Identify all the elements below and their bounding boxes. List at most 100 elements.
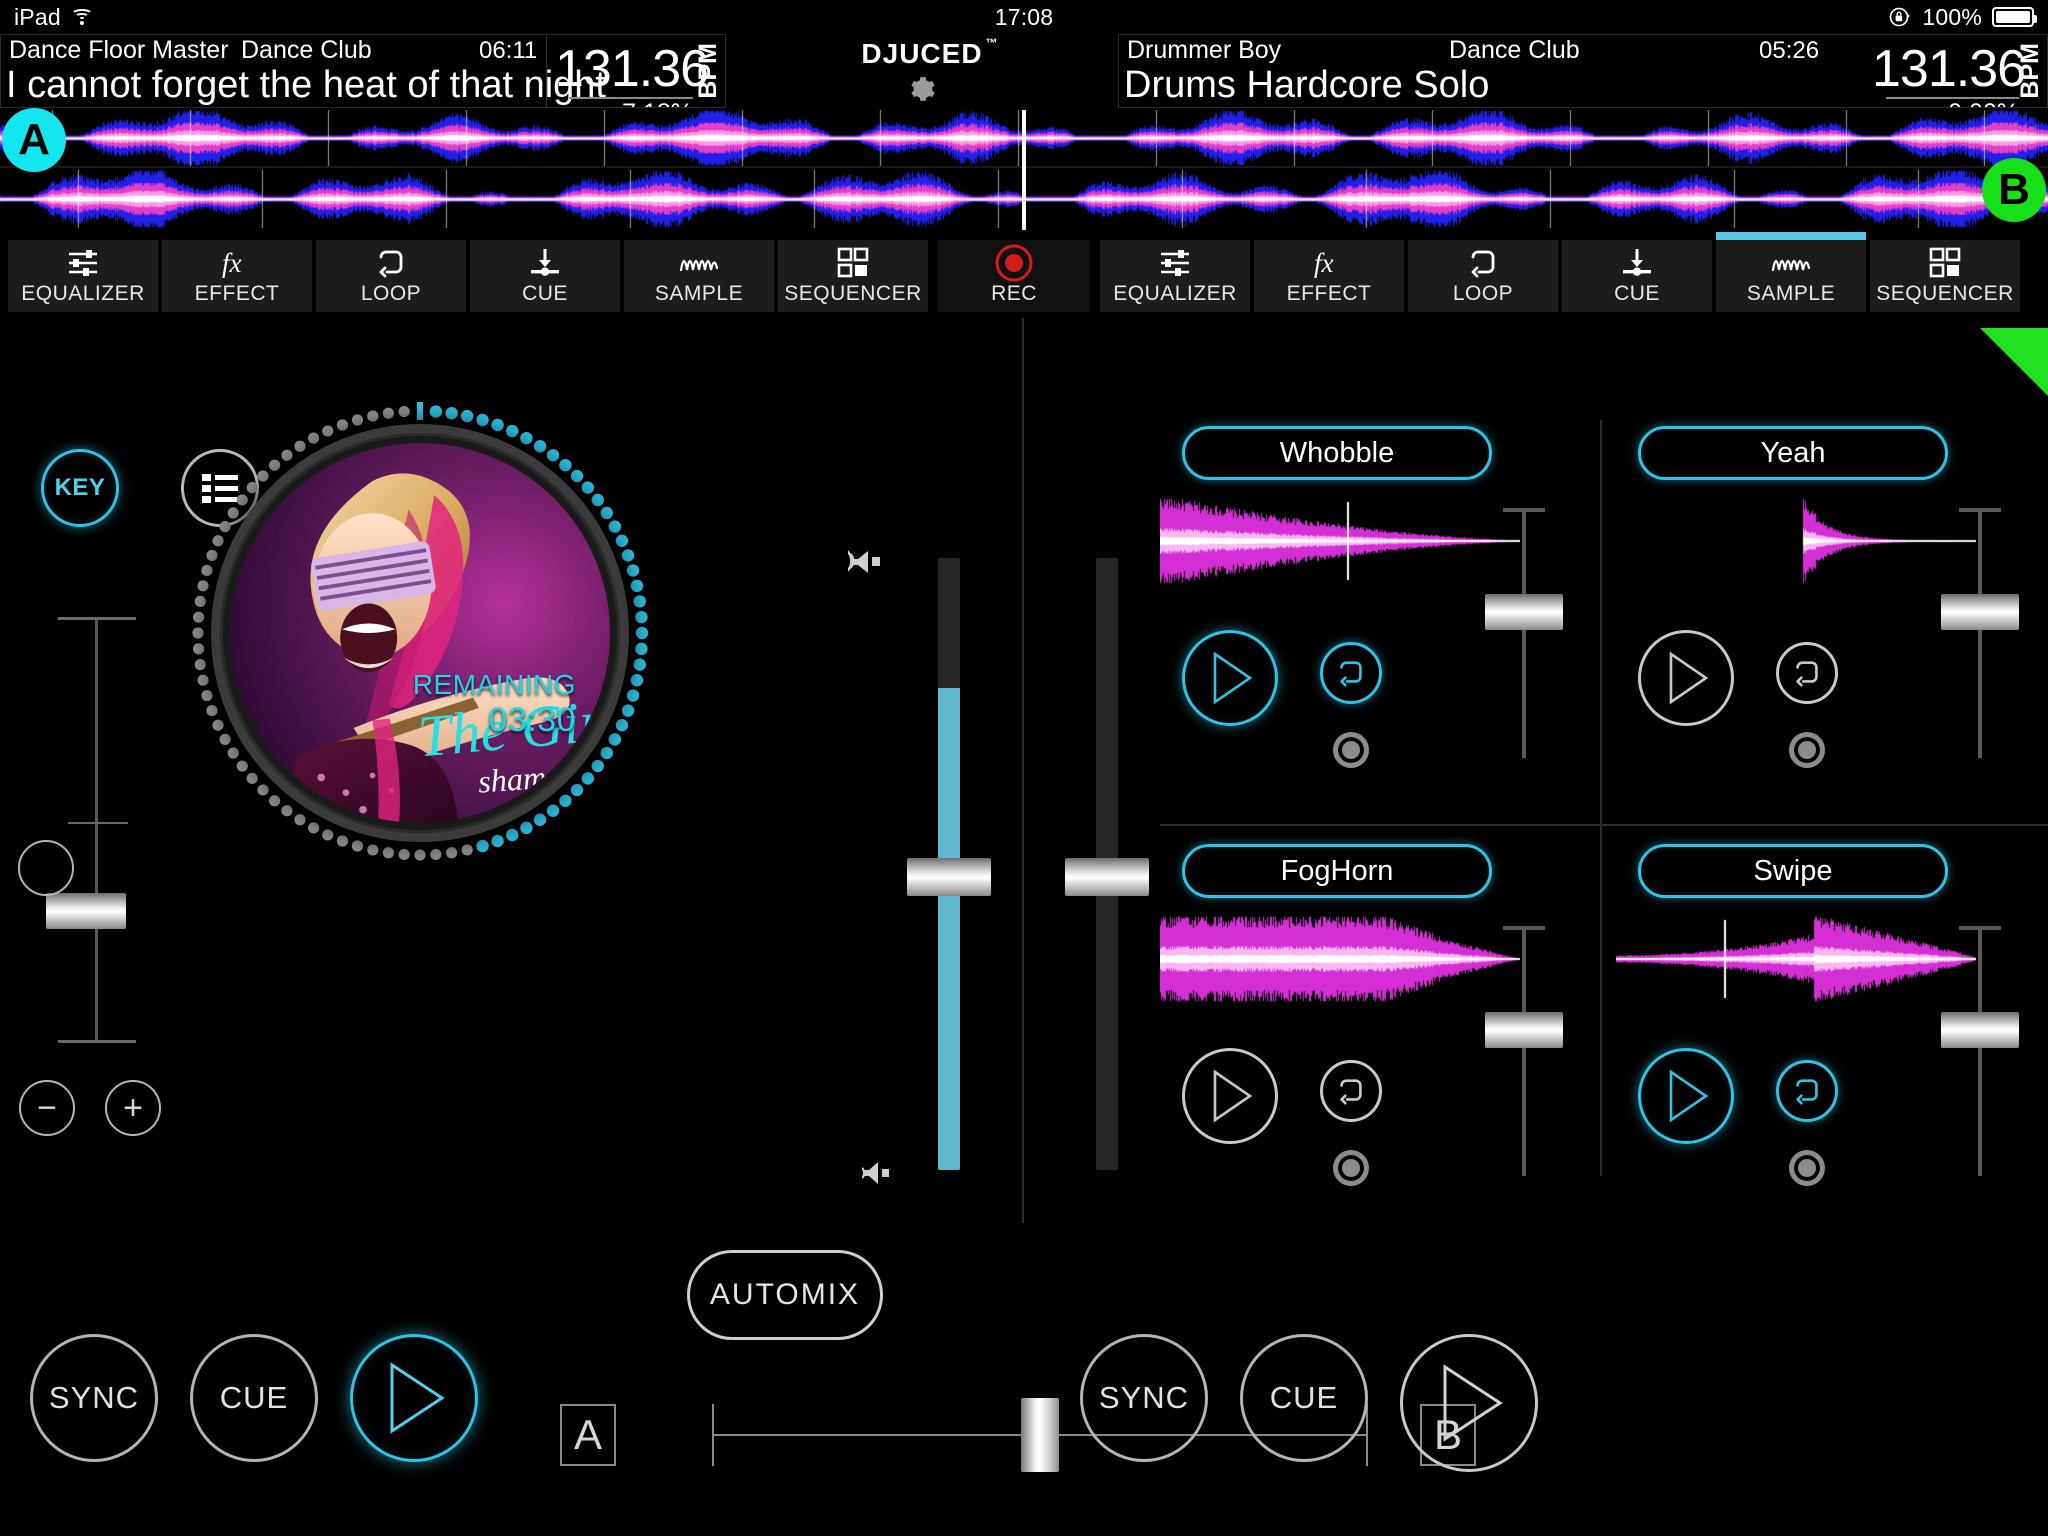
dj-app-window: iPad 17:08 100% Dance Floor Master Dance… [0,0,2048,1536]
sampler-pad-fader-knob[interactable] [1485,1012,1563,1048]
loop-icon [374,246,408,280]
play-icon [1669,651,1709,705]
sampler-pad-volume-fader[interactable] [1485,508,1563,758]
pitch-plus-button[interactable]: + [105,1080,161,1136]
status-bar: iPad 17:08 100% [0,0,2048,34]
toolbar-button-sample[interactable]: SAMPLE [1716,232,1866,312]
sampler-pad-record-button[interactable] [1333,1150,1369,1186]
sampler-pad-volume-fader[interactable] [1941,508,2019,758]
sampler-pad-fader-track [1522,926,1526,1176]
sampler-pad-play-button[interactable] [1182,1048,1278,1144]
deck-a-bpm-box: 131.36 BPM 7.18% [546,35,725,107]
deck-a-duration: 06:11 [479,37,538,64]
deck-a-play-button[interactable] [350,1334,478,1462]
toolbar-button-equalizer[interactable]: EQUALIZER [8,240,158,312]
module-toolbar: EQUALIZER fx EFFECT LOOP CUE SAMPLE SEQU… [0,232,2048,312]
deck-b-pitch-percent: 0.00% [1948,99,2019,107]
deck-a-cue-button[interactable]: CUE [190,1334,318,1462]
volume-fader-b-knob[interactable] [1065,858,1149,896]
toolbar-right-deck: EQUALIZER fx EFFECT LOOP CUE SAMPLE SEQU… [1100,232,2020,312]
toolbar-button-loop[interactable]: LOOP [1408,240,1558,312]
toolbar-button-loop[interactable]: LOOP [316,240,466,312]
artwork-subtitle: shame [477,758,562,800]
sampler-pad-loop-button[interactable] [1320,642,1382,704]
volume-fader-a-knob[interactable] [907,858,991,896]
gear-icon[interactable] [907,74,937,104]
toolbar-button-effect[interactable]: fx EFFECT [1254,240,1404,312]
sampler-pad-name[interactable]: Yeah [1638,426,1948,480]
sampler-pad-volume-fader[interactable] [1941,926,2019,1176]
toolbar-button-effect[interactable]: fx EFFECT [162,240,312,312]
deck-b-play-button[interactable] [1400,1334,1538,1472]
key-button[interactable]: KEY [41,449,119,527]
deck-b-bpm-label: BPM [2016,43,2044,99]
album-artwork: The Girl shame [230,443,610,823]
deck-b-genre: Dance Club [1449,36,1580,64]
play-icon [1213,651,1253,705]
sampler-pad-play-button[interactable] [1638,630,1734,726]
svg-text:fx: fx [222,248,242,278]
sampler-pad-volume-fader[interactable] [1485,926,1563,1176]
deck-b-sync-button[interactable]: SYNC [1080,1334,1208,1462]
toolbar-button-cue[interactable]: CUE [470,240,620,312]
deck-a-sync-button[interactable]: SYNC [30,1334,158,1462]
sampler-pad-record-button[interactable] [1789,1150,1825,1186]
sampler-pad-fader-knob[interactable] [1941,1012,2019,1048]
toolbar-button-sequencer[interactable]: SEQUENCER [778,240,928,312]
remaining-time-overlay: REMAINING 03:30 [413,669,576,740]
sampler-pad-waveform [1160,916,1520,1002]
equalizer-icon [1158,246,1192,280]
record-button[interactable]: REC [938,240,1090,312]
pitch-fader-a-knob[interactable] [46,893,126,929]
toolbar-label: EQUALIZER [1113,282,1237,305]
sampler-pad-loop-button[interactable] [1776,642,1838,704]
sampler-pad-play-button[interactable] [1182,630,1278,726]
sampler-pad-record-button[interactable] [1789,732,1825,768]
deck-b-title: Drums Hardcore Solo [1124,64,1490,106]
sampler-pad-loop-button[interactable] [1320,1060,1382,1122]
volume-fader-a[interactable] [907,558,991,1170]
sampler-pad-fader-cap [1959,508,2001,512]
sampler-pad-play-button[interactable] [1638,1048,1734,1144]
sampler-pad-fader-knob[interactable] [1941,594,2019,630]
pitch-minus-button[interactable]: − [19,1080,75,1136]
sampler-pad-name[interactable]: Whobble [1182,426,1492,480]
play-icon [390,1362,445,1434]
sampler-pad-name[interactable]: Swipe [1638,844,1948,898]
play-icon [1443,1364,1503,1442]
sampler-pad-fader-knob[interactable] [1485,594,1563,630]
sampler-horizontal-divider [1160,824,2048,826]
toolbar-button-equalizer[interactable]: EQUALIZER [1100,240,1250,312]
volume-fader-b[interactable] [1065,558,1149,1170]
sampler-pad-name[interactable]: FogHorn [1182,844,1492,898]
toolbar-label: SAMPLE [654,282,744,305]
jog-wheel-deck-a[interactable]: The Girl shame REMAINING 03:30 [175,388,665,878]
deck-a-bpm-label: BPM [694,43,722,99]
sampler-pad-yeah[interactable]: Yeah [1616,420,2038,812]
status-bar-clock: 17:08 [994,3,1054,30]
jog-platter[interactable]: The Girl shame REMAINING 03:30 [211,424,629,842]
toolbar-label: CUE [1614,282,1660,305]
remaining-time: 03:30 [488,701,576,739]
sampler-pad-loop-button[interactable] [1776,1060,1838,1122]
toolbar-button-sequencer[interactable]: SEQUENCER [1870,240,2020,312]
deck-b-cue-button[interactable]: CUE [1240,1334,1368,1462]
toolbar-button-sample[interactable]: SAMPLE [624,240,774,312]
logo-trademark: ™ [985,36,999,50]
status-bar-right: 100% [1888,4,2037,31]
toolbar-button-cue[interactable]: CUE [1562,240,1712,312]
crossfader-label-a: A [560,1404,616,1466]
automix-button[interactable]: AUTOMIX [687,1250,883,1340]
waveform-area[interactable]: A B [0,108,2048,230]
toolbar-label: SAMPLE [1746,282,1836,305]
deck-b-bpm-box: 131.36 BPM 0.00% [1864,35,2047,107]
fx-icon: fx [220,246,254,280]
sampler-pad-record-button[interactable] [1333,732,1369,768]
deck-b-artist: Drummer Boy [1127,36,1282,64]
sampler-panel: Whobble Yeah FogHorn Swipe [1160,328,2048,1240]
crossfader-knob[interactable] [1021,1398,1059,1472]
sampler-pad-fader-cap [1503,508,1545,512]
sampler-pad-swipe[interactable]: Swipe [1616,838,2038,1230]
sampler-pad-foghorn[interactable]: FogHorn [1160,838,1582,1230]
sampler-pad-whobble[interactable]: Whobble [1160,420,1582,812]
